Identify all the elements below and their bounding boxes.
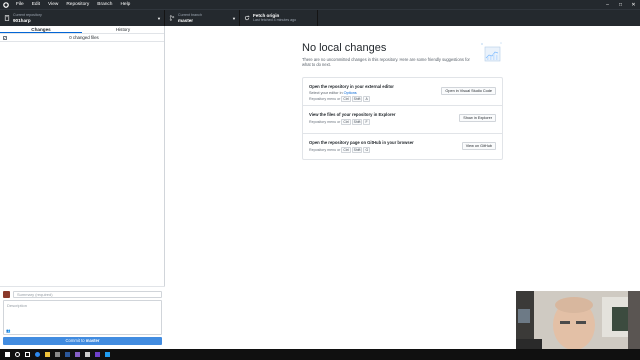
- current-branch-dropdown[interactable]: Current branch master ▼: [165, 10, 240, 26]
- vscode-icon[interactable]: [102, 349, 112, 360]
- github-desktop-icon[interactable]: [92, 349, 102, 360]
- visual-studio-icon[interactable]: [72, 349, 82, 360]
- commit-button[interactable]: Commit to master: [3, 337, 162, 345]
- commit-button-label: Commit to: [65, 338, 85, 343]
- fetch-origin-button[interactable]: Fetch origin Last fetched 4 minutes ago: [240, 10, 318, 26]
- repo-icon: [4, 15, 10, 21]
- suggestions-list: Open the repository in your external edi…: [302, 77, 503, 160]
- tab-changes[interactable]: Changes: [0, 26, 82, 33]
- no-changes-block: No local changes There are no uncommitte…: [302, 42, 502, 68]
- sidebar: Changes History ✓ 0 changed files Summar…: [0, 26, 165, 349]
- options-link[interactable]: Options: [344, 91, 357, 95]
- repository-name: 901harp: [13, 18, 31, 23]
- card-shortcut: Repository menu or Ctrl Shift A: [309, 96, 496, 102]
- windows-start-icon[interactable]: [2, 349, 12, 360]
- changed-files-count: 0 changed files: [69, 35, 99, 40]
- page-title: No local changes: [302, 42, 387, 54]
- branch-name: master: [178, 18, 194, 23]
- view-on-github-button[interactable]: View on GitHub: [461, 142, 496, 150]
- description-field[interactable]: Description 👥: [3, 300, 162, 335]
- key-ctrl: Ctrl: [341, 118, 351, 125]
- github-logo-icon: [0, 0, 12, 9]
- commit-branch-name: master: [85, 338, 100, 343]
- key-ctrl: Ctrl: [341, 96, 351, 102]
- changed-files-header: ✓ 0 changed files: [0, 34, 164, 42]
- description-placeholder: Description: [7, 303, 28, 308]
- key-letter: A: [363, 96, 370, 102]
- avatar: [3, 290, 10, 298]
- file-explorer-icon[interactable]: [42, 349, 52, 360]
- key-letter: F: [363, 118, 370, 125]
- github-desktop-window: File Edit View Repository Branch Help – …: [0, 0, 640, 360]
- menu-edit[interactable]: Edit: [28, 0, 44, 9]
- key-shift: Shift: [351, 96, 363, 102]
- menu-repository[interactable]: Repository: [62, 0, 93, 9]
- add-coauthor-icon[interactable]: 👥: [6, 329, 10, 333]
- sidebar-tabs: Changes History: [0, 26, 164, 34]
- close-icon[interactable]: ✕: [627, 0, 640, 9]
- toolbar: Current repository 901harp ▼ Current bra…: [0, 9, 640, 26]
- menu-help[interactable]: Help: [116, 0, 134, 9]
- suggestion-card-editor: Open the repository in your external edi…: [303, 78, 502, 106]
- menu-branch[interactable]: Branch: [93, 0, 116, 9]
- current-repository-dropdown[interactable]: Current repository 901harp ▼: [0, 10, 165, 26]
- tab-history[interactable]: History: [82, 26, 164, 33]
- search-icon[interactable]: [12, 349, 22, 360]
- key-shift: Shift: [351, 118, 363, 125]
- shortcut-prefix: Repository menu or: [309, 97, 341, 101]
- shortcut-prefix: Repository menu or: [309, 147, 341, 152]
- menu-bar: File Edit View Repository Branch Help – …: [0, 0, 640, 9]
- last-fetched-text: Last fetched 4 minutes ago: [253, 18, 297, 22]
- key-letter: G: [363, 146, 371, 153]
- open-in-editor-button[interactable]: Open in Visual Studio Code: [441, 87, 496, 95]
- sync-icon: [244, 15, 250, 21]
- windows-taskbar: [0, 349, 640, 360]
- mail-icon[interactable]: [62, 349, 72, 360]
- task-view-icon[interactable]: [22, 349, 32, 360]
- no-changes-subtext: There are no uncommitted changes in this…: [302, 57, 470, 68]
- suggestion-card-github: Open the repository page on GitHub in yo…: [303, 134, 502, 159]
- branch-icon: [169, 15, 175, 21]
- no-changes-illustration-icon: [481, 42, 502, 62]
- terminal-icon[interactable]: [82, 349, 92, 360]
- show-in-explorer-button[interactable]: Show in Explorer: [459, 114, 496, 122]
- menu-file[interactable]: File: [12, 0, 28, 9]
- commit-panel: Summary (required) Description 👥 Commit …: [0, 286, 165, 349]
- key-shift: Shift: [351, 146, 363, 153]
- suggestion-card-explorer: View the files of your repository in Exp…: [303, 106, 502, 134]
- card-description-text: Select your editor in: [309, 90, 343, 95]
- edge-icon[interactable]: [32, 349, 42, 360]
- summary-input[interactable]: Summary (required): [13, 290, 162, 298]
- shortcut-prefix: Repository menu or: [309, 119, 341, 124]
- menu-view[interactable]: View: [44, 0, 62, 9]
- minimize-icon[interactable]: –: [601, 0, 614, 9]
- window-controls: – □ ✕: [601, 0, 640, 9]
- chevron-down-icon: ▼: [232, 16, 236, 21]
- maximize-icon[interactable]: □: [614, 0, 627, 9]
- store-icon[interactable]: [52, 349, 62, 360]
- chevron-down-icon: ▼: [157, 16, 161, 21]
- key-ctrl: Ctrl: [341, 146, 351, 153]
